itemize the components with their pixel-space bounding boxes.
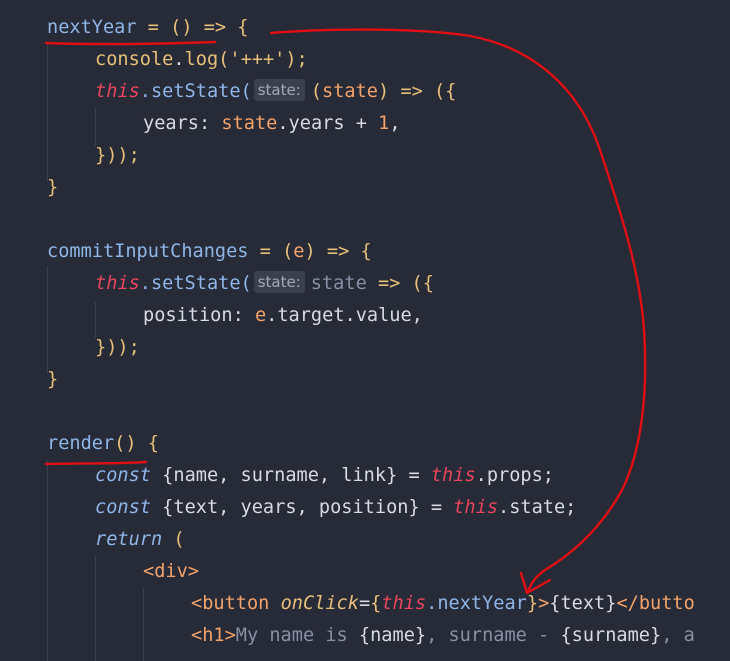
inlay-hint: state: <box>253 79 305 101</box>
code-token: = ( <box>248 241 294 262</box>
code-token: } <box>47 369 59 390</box>
code-token: })); <box>95 145 140 166</box>
inlay-hint: state: <box>253 271 305 293</box>
code-token: const <box>95 497 151 518</box>
code-token: } <box>526 593 539 614</box>
code-token: {text} <box>549 593 617 614</box>
code-token: nextYear <box>47 17 137 38</box>
code-token: = <box>358 593 371 614</box>
code-token: <div> <box>143 561 199 582</box>
code-line[interactable]: const {name, surname, link} = this.props… <box>95 460 554 492</box>
code-token: })); <box>95 337 140 358</box>
code-token: , a <box>661 625 695 646</box>
code-token: ( <box>310 81 322 102</box>
code-line[interactable]: return ( <box>95 524 185 556</box>
code-token: return <box>95 529 163 550</box>
code-token: this <box>453 497 499 518</box>
code-line[interactable]: this.setState(state: (state) => ({ <box>95 76 456 108</box>
code-token: state <box>322 81 378 102</box>
code-line[interactable]: console.log('+++'); <box>95 44 308 76</box>
code-token: : <box>232 305 255 326</box>
code-token: state <box>310 273 367 294</box>
code-token: render <box>47 433 115 454</box>
code-line[interactable]: } <box>47 364 58 396</box>
indent-guide <box>95 556 96 661</box>
code-token: years <box>143 113 199 134</box>
indent-guide <box>47 42 48 182</box>
code-token: commitInputChanges <box>47 241 249 262</box>
code-line[interactable]: render() { <box>47 428 159 460</box>
code-token: this <box>381 593 427 614</box>
code-token: <h1> <box>191 625 236 646</box>
code-line[interactable]: nextYear = () => { <box>47 12 249 44</box>
code-token: state <box>221 113 278 134</box>
code-token: ) => { <box>304 241 372 262</box>
code-token: => ({ <box>366 273 434 294</box>
code-token: .setState( <box>139 81 252 102</box>
code-line[interactable]: <button onClick={this.nextYear}>{text}</… <box>191 588 695 620</box>
code-line[interactable]: } <box>47 172 58 204</box>
code-line[interactable]: <h1>My name is {name}, surname - {surnam… <box>191 620 695 652</box>
code-token: ( <box>218 49 230 70</box>
code-token: this <box>95 273 140 294</box>
code-line[interactable]: commitInputChanges = (e) => { <box>47 236 372 268</box>
code-token: onClick <box>280 593 359 614</box>
code-token: .props; <box>475 465 555 486</box>
indent-guide <box>143 588 144 661</box>
code-line[interactable]: const {text, years, position} = this.sta… <box>95 492 576 524</box>
code-token: { <box>370 593 382 614</box>
code-token: console <box>95 49 174 70</box>
code-line[interactable]: })); <box>95 140 140 172</box>
code-token: this <box>430 465 476 486</box>
indent-guide <box>47 460 48 661</box>
code-line[interactable]: this.setState(state: state => ({ <box>95 268 434 300</box>
code-token: , <box>389 113 401 134</box>
code-token: 1 <box>378 113 390 134</box>
code-token: .target.value, <box>266 305 423 326</box>
code-token: e <box>254 305 267 326</box>
code-token: {text, years, position} = <box>150 497 454 518</box>
code-token: My name is <box>235 625 359 646</box>
code-line[interactable]: })); <box>95 332 140 364</box>
code-token: ) => ({ <box>377 81 457 102</box>
code-token: {name} <box>358 625 427 646</box>
code-token: : <box>198 113 222 134</box>
code-editor[interactable]: nextYear = () => {console.log('+++'); thi… <box>0 0 730 661</box>
code-line[interactable]: years: state.years + 1, <box>143 108 401 140</box>
indent-guide <box>47 266 48 374</box>
code-token: > <box>538 593 550 614</box>
code-token: {surname} <box>560 625 662 646</box>
code-token: log <box>184 49 219 70</box>
code-token: </butto <box>616 593 695 614</box>
code-token: ( <box>162 529 185 550</box>
code-token: e <box>293 241 305 262</box>
code-token: position <box>143 305 233 326</box>
code-token: const <box>95 465 151 486</box>
code-token: . <box>173 49 185 70</box>
code-token: .years + <box>277 113 379 134</box>
code-token: () { <box>114 433 159 454</box>
code-token: <button <box>191 593 281 614</box>
code-token: {name, surname, link} = <box>150 465 431 486</box>
code-token: '+++' <box>229 49 286 70</box>
code-token: .setState( <box>139 273 252 294</box>
code-token: .nextYear <box>426 593 527 614</box>
code-token: , surname - <box>426 625 561 646</box>
code-line[interactable]: position: e.target.value, <box>143 300 423 332</box>
code-line[interactable]: <div> <box>143 556 199 588</box>
code-token: this <box>95 81 140 102</box>
code-token: = () => { <box>136 17 249 38</box>
code-token: ); <box>285 49 308 70</box>
code-token: .state; <box>498 497 577 518</box>
code-token: } <box>47 177 59 198</box>
